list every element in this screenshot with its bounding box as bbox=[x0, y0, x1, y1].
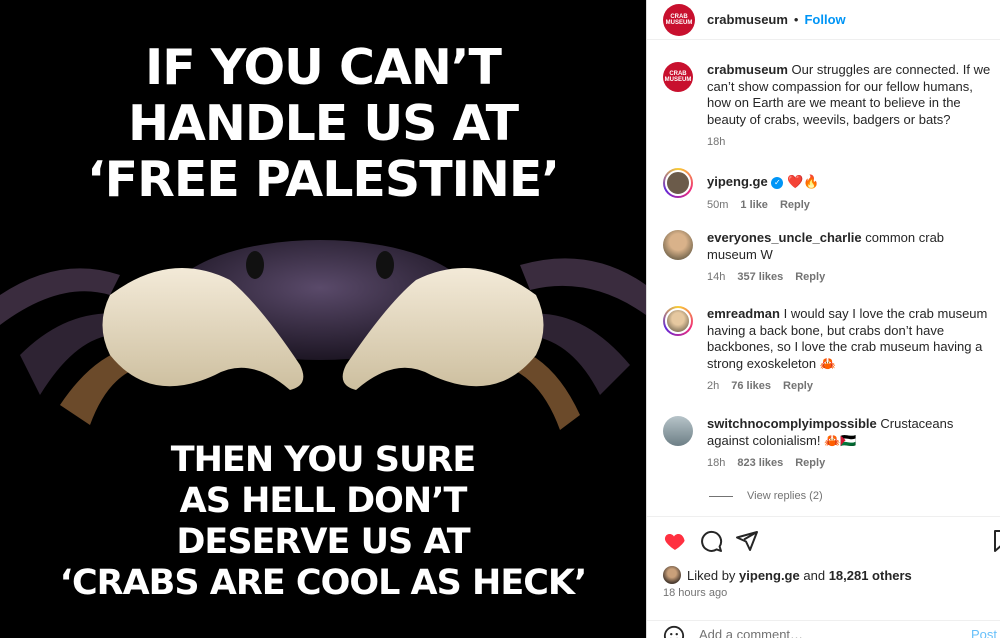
comment-likes[interactable]: 823 likes bbox=[737, 455, 783, 472]
reply-button[interactable]: Reply bbox=[780, 197, 810, 214]
likes-prefix: Liked by bbox=[687, 567, 736, 583]
comment-likes[interactable]: 76 likes bbox=[731, 378, 771, 395]
image-top-line: ‘FREE PALESTINE’ bbox=[87, 151, 560, 208]
save-icon[interactable] bbox=[991, 529, 1000, 553]
post-time: 18 hours ago bbox=[663, 587, 728, 599]
comments-panel: CRAB MUSEUM crabmuseum • Follow CRAB MUSE… bbox=[646, 0, 1000, 638]
post-comment-button[interactable]: Post bbox=[971, 627, 997, 638]
view-replies-label: View replies (2) bbox=[747, 490, 823, 502]
caption-avatar[interactable]: CRAB MUSEUM bbox=[663, 62, 693, 92]
image-bottom-line: ‘CRABS ARE COOL AS HECK’ bbox=[59, 563, 588, 603]
reply-button[interactable]: Reply bbox=[795, 455, 825, 472]
add-comment-bar: Add a comment… Post bbox=[647, 620, 1000, 638]
comment-username[interactable]: switchnocomplyimpossible bbox=[707, 416, 877, 431]
likes-summary: Liked by yipeng.ge and 18,281 others bbox=[663, 566, 912, 584]
caption-username[interactable]: crabmuseum bbox=[707, 62, 788, 77]
comment-time: 50m bbox=[707, 198, 729, 211]
caption: CRAB MUSEUM crabmuseum Our struggles are … bbox=[663, 62, 993, 151]
image-top-text: IF YOU CAN’T HANDLE US AT ‘FREE PALESTIN… bbox=[0, 40, 646, 208]
comment-time: 14h bbox=[707, 271, 726, 283]
share-icon[interactable] bbox=[735, 529, 759, 553]
emoji-icon[interactable] bbox=[663, 625, 685, 638]
comment-username[interactable]: yipeng.ge bbox=[707, 174, 768, 189]
reply-button[interactable]: Reply bbox=[795, 269, 825, 286]
image-bottom-line: AS HELL DON’T bbox=[179, 481, 468, 521]
comment-time: 2h bbox=[707, 380, 720, 392]
post-image[interactable]: IF YOU CAN’T HANDLE US AT ‘FREE PALESTIN… bbox=[0, 0, 646, 638]
crab-illustration bbox=[0, 240, 646, 430]
comment-text: ❤️🔥 bbox=[786, 174, 820, 189]
comment-likes[interactable]: 357 likes bbox=[737, 269, 783, 286]
liker-username[interactable]: yipeng.ge bbox=[739, 568, 800, 583]
image-bottom-line: THEN YOU SURE bbox=[170, 440, 477, 480]
likes-others[interactable]: 18,281 others bbox=[829, 568, 912, 583]
comment-time: 18h bbox=[707, 457, 726, 469]
image-top-line: IF YOU CAN’T bbox=[145, 39, 502, 96]
list-item: yipeng.ge ✓ ❤️🔥 50m 1 like Reply bbox=[663, 168, 993, 213]
heart-icon[interactable] bbox=[663, 529, 687, 553]
follow-button[interactable]: Follow bbox=[804, 12, 845, 27]
image-top-line: HANDLE US AT bbox=[127, 95, 519, 152]
action-bar bbox=[647, 516, 1000, 566]
commenter-avatar[interactable] bbox=[663, 168, 693, 198]
comments-list[interactable]: CRAB MUSEUM crabmuseum Our struggles are … bbox=[647, 52, 1000, 512]
author-avatar[interactable]: CRAB MUSEUM bbox=[663, 3, 695, 36]
author-username[interactable]: crabmuseum bbox=[707, 12, 788, 27]
comment-input[interactable]: Add a comment… bbox=[699, 627, 803, 638]
commenter-avatar[interactable] bbox=[663, 306, 693, 336]
reply-button[interactable]: Reply bbox=[783, 378, 813, 395]
caption-time: 18h bbox=[707, 136, 726, 148]
list-item: everyones_uncle_charlie common crab muse… bbox=[663, 230, 993, 286]
comment-likes[interactable]: 1 like bbox=[740, 197, 768, 214]
header-separator: • bbox=[793, 12, 799, 27]
list-item: emreadman I would say I love the crab mu… bbox=[663, 306, 993, 395]
comment-username[interactable]: everyones_uncle_charlie bbox=[707, 230, 862, 245]
list-item: switchnocomplyimpossible Crustaceans aga… bbox=[663, 416, 993, 472]
post-header: CRAB MUSEUM crabmuseum • Follow bbox=[647, 0, 1000, 40]
verified-icon: ✓ bbox=[771, 176, 784, 189]
likes-middle: and bbox=[803, 567, 826, 583]
view-replies-line bbox=[709, 495, 733, 497]
avatar-logo-text: CRAB MUSEUM bbox=[665, 13, 693, 26]
comment-icon[interactable] bbox=[699, 529, 723, 553]
commenter-avatar[interactable] bbox=[663, 416, 693, 446]
liker-avatar[interactable] bbox=[663, 566, 681, 584]
comment-username[interactable]: emreadman bbox=[707, 306, 780, 321]
post-view: IF YOU CAN’T HANDLE US AT ‘FREE PALESTIN… bbox=[0, 0, 1000, 638]
view-replies-button[interactable]: View replies (2) bbox=[709, 490, 823, 502]
image-bottom-text: THEN YOU SURE AS HELL DON’T DESERVE US A… bbox=[0, 440, 646, 604]
commenter-avatar[interactable] bbox=[663, 230, 693, 260]
image-bottom-line: DESERVE US AT bbox=[176, 522, 470, 562]
